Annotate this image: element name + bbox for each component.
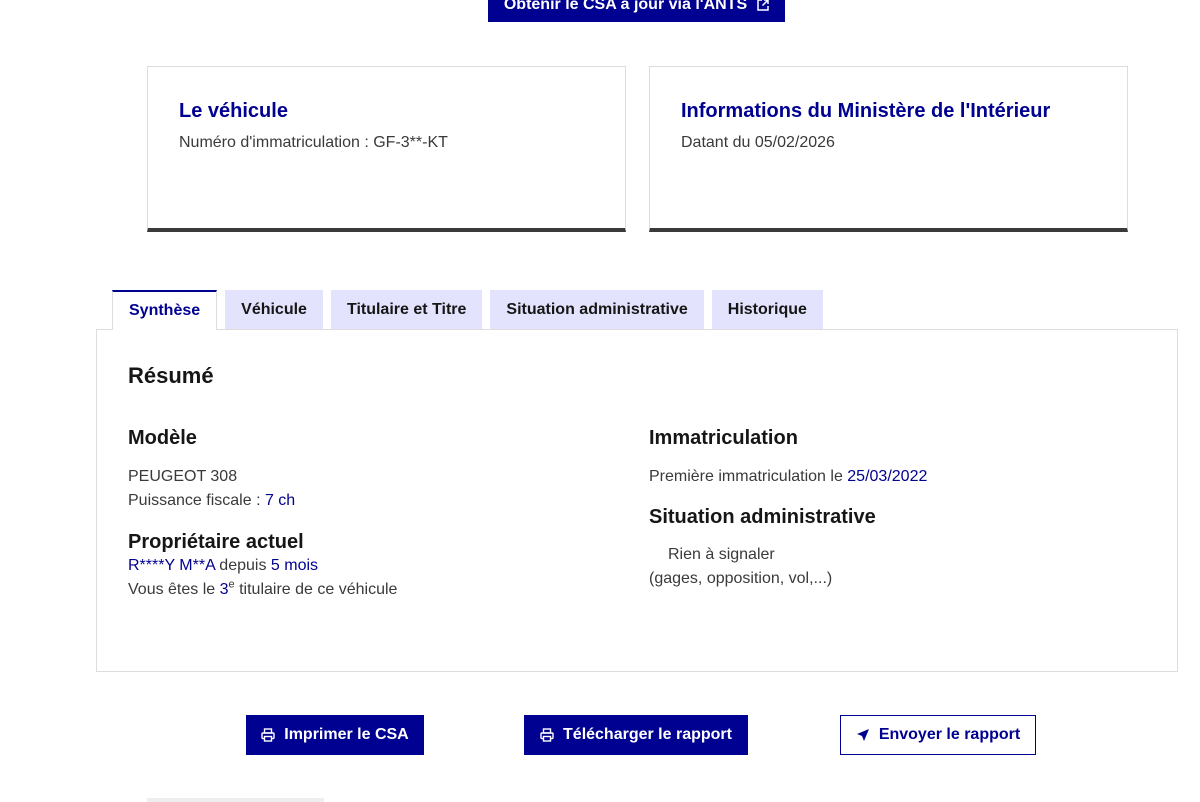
owner-rank-prefix: Vous êtes le [128, 581, 220, 598]
registration-number: Numéro d'immatriculation : GF-3**-KT [179, 134, 448, 151]
print-csa-label: Imprimer le CSA [284, 726, 409, 743]
fiscal-power: Puissance fiscale : 7 ch [128, 489, 608, 513]
admin-heading: Situation administrative [649, 506, 876, 528]
send-icon [856, 728, 870, 742]
model-heading: Modèle [128, 427, 197, 449]
printer-icon [261, 728, 275, 742]
owner-line: R****Y M**A depuis 5 mois [128, 554, 608, 578]
owner-rank-number: 3 [219, 581, 229, 598]
owner-name: R****Y M**A [128, 557, 215, 574]
ants-csa-button[interactable]: Obtenir le CSA à jour via l'ANTS [488, 0, 785, 22]
fiscal-power-value: 7 ch [264, 492, 296, 509]
summary-right-column: Immatriculation Première immatriculation… [649, 426, 1129, 591]
footer-divider [147, 798, 324, 802]
admin-status: Rien à signaler [668, 546, 775, 563]
tab-list: Synthèse Véhicule Titulaire et Titre Sit… [112, 290, 823, 330]
fiscal-power-label: Puissance fiscale : [128, 492, 265, 509]
printer-icon [540, 728, 554, 742]
ministry-date: Datant du 05/02/2026 [681, 134, 835, 151]
synthese-panel: Résumé Modèle PEUGEOT 308 Puissance fisc… [96, 329, 1178, 672]
owner-since-label: depuis [214, 557, 271, 574]
download-report-label: Télécharger le rapport [563, 726, 732, 743]
ministry-card: Informations du Ministère de l'Intérieur… [649, 66, 1128, 232]
ants-csa-button-label: Obtenir le CSA à jour via l'ANTS [503, 0, 748, 13]
first-registration-label: Première immatriculation le [649, 468, 848, 485]
external-link-icon [757, 0, 769, 11]
registration-heading: Immatriculation [649, 427, 798, 449]
owner-heading: Propriétaire actuel [128, 531, 304, 553]
owner-since-value: 5 mois [270, 557, 319, 574]
ministry-card-title: Informations du Ministère de l'Intérieur [681, 100, 1051, 122]
first-registration-date: 25/03/2022 [847, 468, 928, 485]
summary-title: Résumé [128, 363, 214, 388]
first-registration: Première immatriculation le 25/03/2022 [649, 465, 1129, 489]
download-report-button[interactable]: Télécharger le rapport [524, 715, 748, 755]
admin-note: (gages, opposition, vol,...) [649, 570, 833, 587]
summary-left-column: Modèle PEUGEOT 308 Puissance fiscale : 7… [128, 426, 608, 602]
vehicle-card: Le véhicule Numéro d'immatriculation : G… [147, 66, 626, 232]
tab-situation-administrative[interactable]: Situation administrative [490, 290, 704, 330]
tab-synthese[interactable]: Synthèse [112, 290, 218, 330]
model-name: PEUGEOT 308 [128, 468, 238, 485]
tab-historique[interactable]: Historique [711, 290, 823, 330]
vehicle-card-title: Le véhicule [179, 100, 288, 122]
send-report-button[interactable]: Envoyer le rapport [840, 715, 1036, 755]
owner-rank: Vous êtes le 3e titulaire de ce véhicule [128, 578, 608, 602]
tab-titulaire-et-titre[interactable]: Titulaire et Titre [330, 290, 483, 330]
tab-vehicule[interactable]: Véhicule [225, 290, 323, 330]
send-report-label: Envoyer le rapport [878, 726, 1021, 743]
owner-rank-suffix: titulaire de ce véhicule [234, 581, 398, 598]
print-csa-button[interactable]: Imprimer le CSA [246, 715, 424, 755]
